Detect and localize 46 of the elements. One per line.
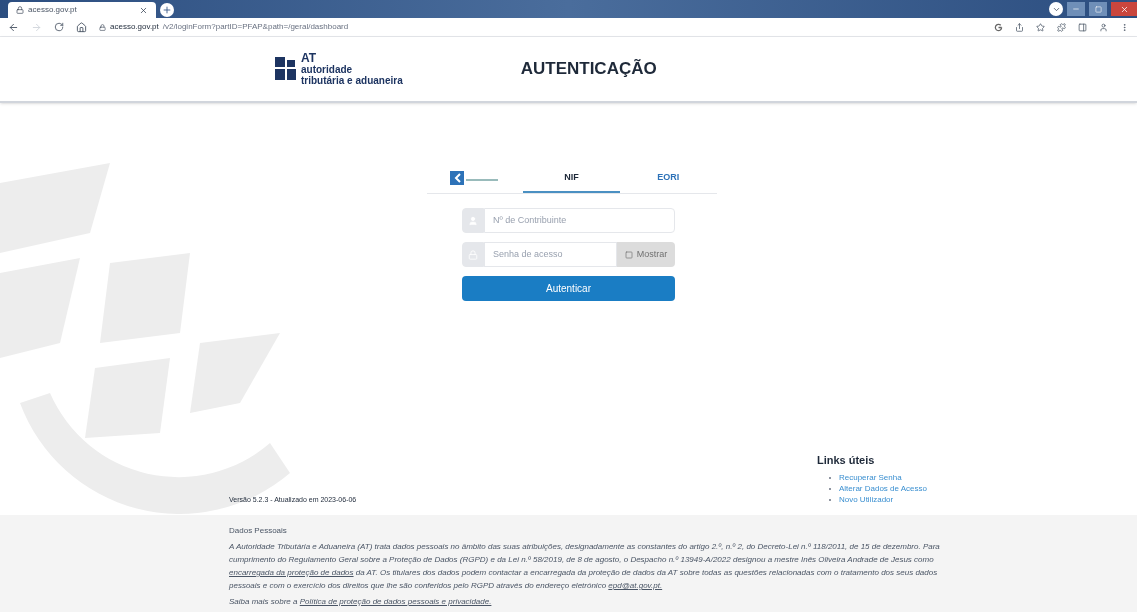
useful-link[interactable]: Alterar Dados de Acesso xyxy=(838,482,927,495)
privacy-link[interactable]: epd@at.gov.pt. xyxy=(608,581,663,590)
links-heading: Links úteis xyxy=(816,452,876,468)
user-icon xyxy=(462,208,484,233)
share-icon[interactable] xyxy=(1015,22,1024,32)
password-field[interactable]: Senha de acesso xyxy=(484,242,617,267)
logo-text: tributária e aduaneira xyxy=(301,74,403,86)
extensions-icon[interactable] xyxy=(1057,22,1066,32)
authenticate-button[interactable]: Autenticar xyxy=(462,276,675,301)
tab-search-button[interactable] xyxy=(1049,2,1063,16)
browser-tab[interactable]: acesso.gov.pt xyxy=(8,2,156,18)
checkbox-icon xyxy=(624,250,633,259)
useful-link[interactable]: Novo Utilizador xyxy=(838,493,894,506)
tab-title: acesso.gov.pt xyxy=(28,4,78,16)
privacy-link[interactable]: encarregada da proteção de dados xyxy=(229,568,354,577)
plus-icon xyxy=(162,5,172,15)
menu-icon[interactable] xyxy=(1120,22,1129,32)
close-button[interactable] xyxy=(1111,2,1137,16)
minimize-icon xyxy=(1072,5,1080,13)
page-title: AUTENTICAÇÃO xyxy=(520,58,657,81)
google-icon[interactable] xyxy=(994,22,1003,32)
privacy-text: A Autoridade Tributária e Aduaneira (AT) trata dados pessoais no âmbito das suas atribuições, designadamente as constantes do artigo 2.º, n.º 2, do Decreto-Lei n.º 118/2011, de 15 de dezembro. Para cumprimento do Regulamento Geral sobre a Proteção de Dados (RGPD) e da Lei n.º 58/2019, de 8 de agosto, o Despacho n.º 13949-A/2022 designou a mestre Inês Oliveira Andrade de Jesus como encarregada da proteção de dados da AT. Os titulares dos dados podem contactar a encarregada da proteção de dados da AT sobre todas as questões relacionadas com o tratamento dos seus dados pessoais e com o exercício dos direitos que lhe são conferidos pelo RGPD através do endereço eletrónico epd@at.gov.pt. xyxy=(229,541,941,592)
maximize-icon xyxy=(1094,5,1102,13)
close-icon[interactable] xyxy=(139,5,148,15)
logo-text: AT xyxy=(301,52,318,64)
close-icon xyxy=(1119,4,1129,14)
logo-text: autoridade xyxy=(301,63,354,75)
bookmark-icon[interactable] xyxy=(1036,22,1045,32)
home-icon[interactable] xyxy=(76,21,87,33)
login-tab[interactable]: EORI xyxy=(619,165,717,193)
back-icon[interactable] xyxy=(8,21,19,33)
authentication-logo-icon xyxy=(449,171,500,185)
privacy-link[interactable]: Política de proteção de dados pessoais e privacidade. xyxy=(299,597,492,606)
profile-icon[interactable] xyxy=(1099,22,1108,32)
side-panel-icon[interactable] xyxy=(1078,22,1087,32)
logo-icon xyxy=(275,57,297,81)
address-bar[interactable]: acesso.gov.pt /v2/loginForm?partID=PFAP&path=/geral/dashboard xyxy=(99,21,349,33)
useful-link[interactable]: Recuperar Senha xyxy=(838,471,902,484)
privacy-text: Saiba mais sobre a Política de proteção de dados pessoais e privacidade. xyxy=(229,596,493,608)
new-tab-button[interactable] xyxy=(160,3,174,17)
login-tab[interactable]: NIF xyxy=(523,165,620,193)
taxpayer-number-field[interactable]: Nº de Contribuinte xyxy=(484,208,675,233)
lock-icon xyxy=(462,242,484,267)
footer-heading: Dados Pessoais xyxy=(229,525,288,537)
reload-icon[interactable] xyxy=(54,22,64,32)
site-icon xyxy=(16,6,24,14)
